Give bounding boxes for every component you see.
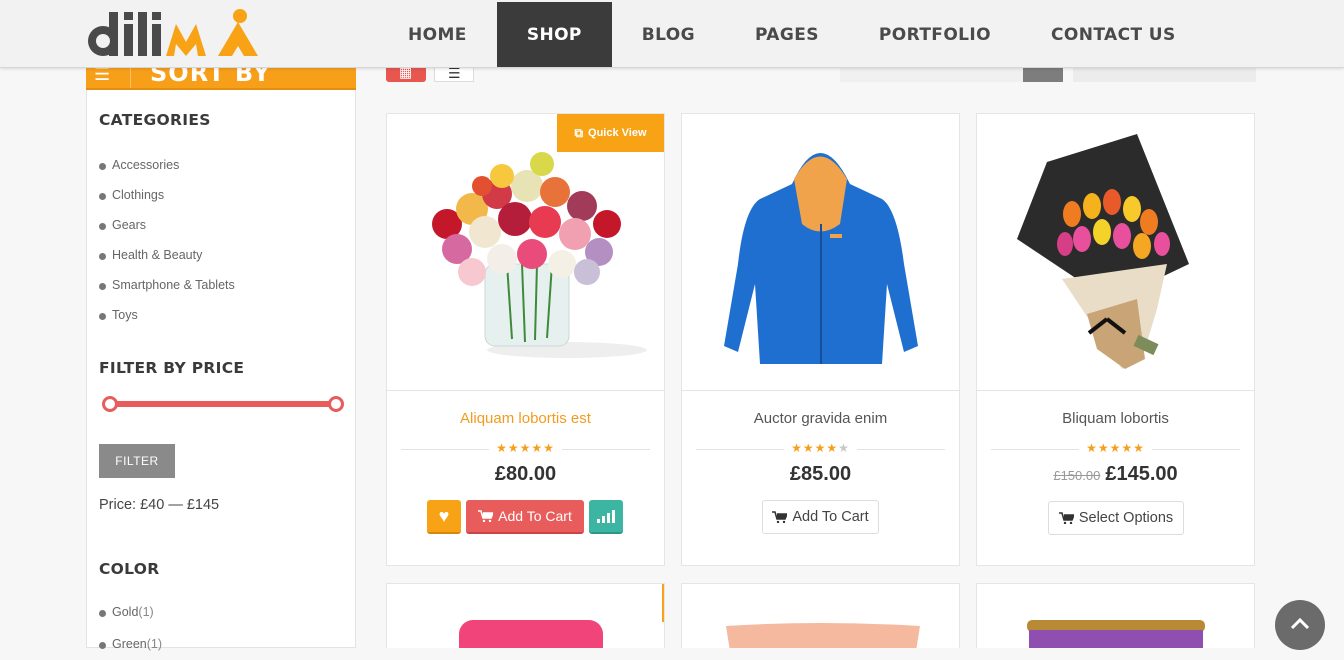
show-per-page-select[interactable] (1073, 68, 1256, 82)
bullet-icon (99, 193, 106, 200)
product-price: £85.00 (682, 463, 959, 486)
category-toys[interactable]: Toys (99, 300, 235, 330)
product-title[interactable]: Aliquam lobortis est (387, 410, 664, 427)
color-count: (1) (138, 605, 154, 619)
dilima-logo[interactable] (86, 8, 268, 60)
color-heading: COLOR (99, 560, 160, 578)
bullet-icon (99, 610, 106, 617)
categories-heading: CATEGORIES (99, 111, 211, 129)
current-price: £145.00 (1105, 463, 1178, 485)
slider-max-handle[interactable] (328, 396, 344, 412)
product-price: £150.00 £145.00 (977, 463, 1254, 486)
add-to-cart-button[interactable]: Add To Cart (466, 500, 584, 534)
bullet-icon (99, 313, 106, 320)
product-image[interactable] (977, 114, 1254, 391)
scroll-to-top-button[interactable] (1275, 600, 1325, 650)
bullet-icon (99, 223, 106, 230)
nav-home[interactable]: HOME (378, 2, 497, 67)
bullet-icon (99, 163, 106, 170)
external-link-icon: ⧉ (574, 125, 584, 140)
select-options-button[interactable]: Select Options (1048, 501, 1184, 535)
category-label: Health & Beauty (112, 248, 203, 262)
star-rating: ★★★★★ (1086, 441, 1145, 455)
nav-portfolio[interactable]: PORTFOLIO (849, 2, 1021, 67)
sort-select[interactable] (840, 68, 1023, 82)
category-label: Accessories (112, 158, 180, 172)
nav-blog[interactable]: BLOG (612, 2, 725, 67)
product-image[interactable] (682, 114, 959, 391)
product-card[interactable]: ⧉ Quick View Aliquam lobortis est ★★★★★ £… (386, 113, 665, 566)
color-green[interactable]: Green (1) (99, 628, 162, 660)
sort-list-icon: ☰ (94, 68, 111, 84)
slider-min-handle[interactable] (102, 396, 118, 412)
slider-track (108, 401, 338, 407)
category-label: Toys (112, 308, 138, 322)
category-list: Accessories Clothings Gears Health & Bea… (99, 150, 235, 330)
sort-select-toggle[interactable] (1023, 68, 1063, 82)
chevron-up-icon (1290, 617, 1310, 630)
bullet-icon (99, 253, 106, 260)
color-gold[interactable]: Gold (1) (99, 596, 162, 628)
category-label: Smartphone & Tablets (112, 278, 235, 292)
category-health-beauty[interactable]: Health & Beauty (99, 240, 235, 270)
category-accessories[interactable]: Accessories (99, 150, 235, 180)
divider (130, 68, 131, 88)
select-options-label: Select Options (1078, 510, 1174, 526)
product-card[interactable] (681, 583, 960, 648)
product-image (1027, 620, 1205, 648)
wishlist-button[interactable]: ♥ (427, 500, 461, 534)
cart-icon (1058, 512, 1074, 524)
main-nav: HOME SHOP BLOG PAGES PORTFOLIO CONTACT U… (378, 2, 1206, 67)
add-to-cart-label: Add To Cart (792, 509, 869, 525)
blue-jacket-image (724, 153, 918, 364)
product-image (459, 620, 603, 648)
add-to-cart-button[interactable]: Add To Cart (762, 500, 879, 534)
tulip-bouquet-image (1017, 134, 1189, 369)
site-header: HOME SHOP BLOG PAGES PORTFOLIO CONTACT U… (0, 0, 1344, 68)
price-range-slider[interactable] (102, 396, 344, 412)
nav-shop[interactable]: SHOP (496, 2, 612, 67)
product-price: £80.00 (387, 463, 664, 486)
product-card[interactable]: Bliquam lobortis ★★★★★ £150.00 £145.00 Se… (976, 113, 1255, 566)
add-to-cart-label: Add To Cart (498, 508, 572, 524)
quick-view-edge (662, 584, 664, 622)
cart-icon (478, 510, 494, 522)
category-smartphone-tablets[interactable]: Smartphone & Tablets (99, 270, 235, 300)
color-label: Gold (112, 605, 139, 619)
category-label: Clothings (112, 188, 165, 202)
product-title[interactable]: Auctor gravida enim (682, 410, 959, 427)
quick-view-button[interactable]: ⧉ Quick View (557, 114, 664, 152)
rose-bouquet-image (432, 152, 647, 358)
star-rating: ★★★★★ (496, 441, 555, 455)
sort-by-bar[interactable]: ☰ SORT BY (86, 68, 356, 90)
signal-bars-icon (596, 510, 616, 523)
product-image[interactable] (387, 114, 664, 391)
category-clothings[interactable]: Clothings (99, 180, 235, 210)
quick-view-label: Quick View (588, 127, 647, 139)
nav-pages[interactable]: PAGES (725, 2, 849, 67)
heart-icon: ♥ (438, 505, 450, 526)
product-card[interactable]: Auctor gravida enim ★★★★★ £85.00 Add To … (681, 113, 960, 566)
color-count: (1) (146, 637, 163, 651)
current-price: £80.00 (494, 463, 557, 485)
product-title[interactable]: Bliquam lobortis (977, 410, 1254, 427)
product-card[interactable] (976, 583, 1255, 648)
star-rating: ★★★★★ (791, 441, 850, 455)
current-price: £85.00 (789, 463, 852, 485)
product-card[interactable] (386, 583, 665, 648)
price-range-text: Price: £40 — £145 (99, 497, 220, 513)
category-label: Gears (112, 218, 147, 232)
cart-icon (772, 511, 788, 523)
filter-button[interactable]: FILTER (99, 444, 175, 478)
sort-by-label: SORT BY (150, 68, 272, 87)
compare-button[interactable] (589, 500, 623, 534)
old-price: £150.00 (1053, 468, 1101, 483)
category-gears[interactable]: Gears (99, 210, 235, 240)
color-label: Green (112, 637, 147, 651)
color-list: Gold (1) Green (1) (99, 596, 162, 660)
filter-by-price-heading: FILTER BY PRICE (99, 359, 245, 377)
bullet-icon (99, 283, 106, 290)
product-image (726, 623, 920, 648)
nav-contact-us[interactable]: CONTACT US (1021, 2, 1206, 67)
